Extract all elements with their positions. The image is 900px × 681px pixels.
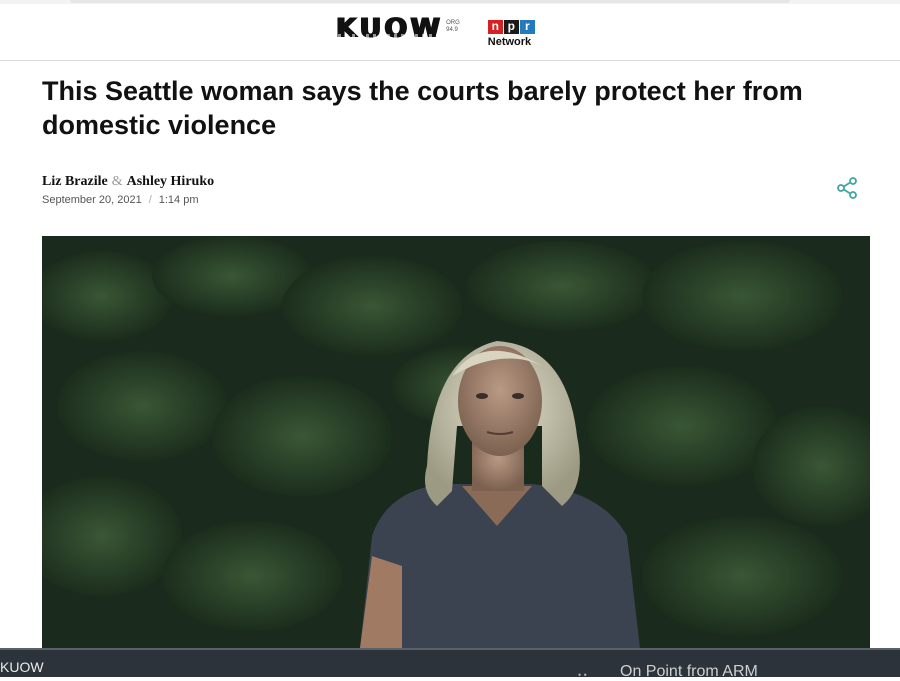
npr-logo-r: r bbox=[519, 20, 535, 34]
browser-url-bar-edge bbox=[70, 0, 790, 3]
npr-network-logo: n p r Network bbox=[487, 14, 535, 48]
author-link[interactable]: Ashley Hiruko bbox=[127, 174, 215, 189]
author-link[interactable]: Liz Brazile bbox=[42, 174, 108, 189]
article-date: September 20, 2021 bbox=[42, 194, 142, 206]
npr-logo-p: p bbox=[503, 20, 519, 34]
article-byline: Liz Brazile & Ashley Hiruko bbox=[42, 174, 214, 190]
author-separator: & bbox=[111, 174, 123, 189]
npr-logo-n: n bbox=[487, 20, 503, 34]
share-icon[interactable] bbox=[835, 176, 859, 200]
article-dateline: September 20, 2021 / 1:14 pm bbox=[42, 194, 199, 206]
kuow-frequency-bottom: 94.9 bbox=[446, 27, 458, 33]
audio-player-bar[interactable]: KUOW • • On Point from ARM bbox=[0, 648, 900, 680]
player-station-name: KUOW bbox=[0, 659, 44, 675]
article-hero-photo bbox=[42, 236, 870, 648]
site-logo[interactable]: KUOW ORG 94.9 n p r Network bbox=[336, 14, 535, 48]
date-separator: / bbox=[148, 194, 152, 206]
player-now-playing: On Point from ARM bbox=[620, 663, 758, 680]
kuow-frequency: ORG 94.9 bbox=[446, 20, 460, 34]
npr-network-label: Network bbox=[487, 36, 532, 48]
npr-logo: n p r bbox=[487, 20, 535, 34]
kuow-frequency-top: ORG bbox=[446, 20, 460, 26]
site-header: KUOW ORG 94.9 n p r Network bbox=[0, 4, 900, 61]
article-time: 1:14 pm bbox=[158, 194, 199, 206]
article-title: This Seattle woman says the courts barel… bbox=[42, 76, 803, 140]
player-expand-icon[interactable]: • • bbox=[578, 670, 587, 680]
kuow-logo-text: KUOW bbox=[336, 13, 444, 44]
